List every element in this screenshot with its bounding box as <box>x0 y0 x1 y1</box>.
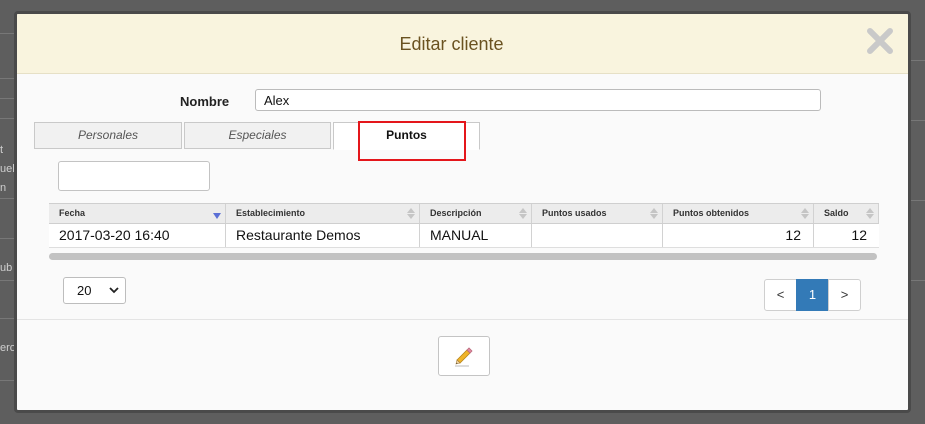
tab-personales[interactable]: Personales <box>34 122 182 149</box>
active-tab-highlight <box>358 121 466 161</box>
prev-page-button[interactable]: < <box>764 279 797 311</box>
name-input[interactable] <box>255 89 821 111</box>
column-header-puntos-obtenidos[interactable]: Puntos obtenidos <box>663 204 814 223</box>
sort-desc-icon <box>213 213 221 219</box>
cell-saldo: 12 <box>851 227 867 243</box>
cell-descripcion: MANUAL <box>420 224 532 247</box>
background-text-fragment: n <box>0 182 7 194</box>
modal-header: Editar cliente <box>17 14 908 74</box>
sort-icon <box>407 208 415 219</box>
page-size-select[interactable]: 20 <box>63 277 126 304</box>
tab-especiales[interactable]: Especiales <box>184 122 331 149</box>
column-header-puntos-usados[interactable]: Puntos usados <box>532 204 663 223</box>
column-header-fecha[interactable]: Fecha <box>49 204 226 223</box>
modal-title: Editar cliente <box>399 34 504 54</box>
column-header-label: Puntos usados <box>542 208 607 218</box>
background-row-line <box>911 120 925 121</box>
column-header-establecimiento[interactable]: Establecimiento <box>226 204 420 223</box>
sort-icon <box>519 208 527 219</box>
background-row-line <box>911 60 925 61</box>
footer-divider <box>17 319 908 320</box>
name-label: Nombre <box>180 94 230 109</box>
next-page-button[interactable]: > <box>828 279 861 311</box>
background-text-fragment: ub <box>0 262 13 274</box>
column-header-label: Fecha <box>59 208 86 218</box>
background-row-line <box>911 200 925 201</box>
horizontal-scrollbar[interactable] <box>49 253 877 260</box>
cell-fecha: 2017-03-20 16:40 <box>49 224 226 247</box>
close-x-icon[interactable] <box>866 27 894 55</box>
chevron-down-icon <box>109 287 119 294</box>
background-row-line <box>911 280 925 281</box>
edit-button[interactable] <box>438 336 490 376</box>
column-header-descripcion[interactable]: Descripción <box>420 204 532 223</box>
page-button-1[interactable]: 1 <box>796 279 829 311</box>
page-size-value: 20 <box>77 283 92 298</box>
sort-icon <box>866 208 874 219</box>
sort-icon <box>650 208 658 219</box>
sort-icon <box>801 208 809 219</box>
cell-puntos-usados <box>532 224 663 247</box>
table-row[interactable]: 2017-03-20 16:40 Restaurante Demos MANUA… <box>49 224 879 248</box>
cell-puntos-obtenidos: 12 <box>663 224 814 247</box>
pagination: < 1 > <box>764 279 861 311</box>
edit-client-modal: Editar cliente Nombre Personales Especia… <box>14 11 911 413</box>
search-input[interactable] <box>58 161 210 191</box>
column-header-label: Saldo <box>824 208 849 218</box>
table-header: Fecha Establecimiento Descripción Puntos… <box>49 203 879 224</box>
pencil-icon <box>455 347 473 367</box>
column-header-label: Puntos obtenidos <box>673 208 749 218</box>
column-header-label: Establecimiento <box>236 208 306 218</box>
column-header-label: Descripción <box>430 208 482 218</box>
cell-establecimiento: Restaurante Demos <box>226 224 420 247</box>
points-table: Fecha Establecimiento Descripción Puntos… <box>49 203 879 248</box>
column-header-saldo[interactable]: Saldo <box>814 204 879 223</box>
background-text-fragment: uel <box>0 163 15 175</box>
background-text-fragment: t <box>0 144 4 156</box>
